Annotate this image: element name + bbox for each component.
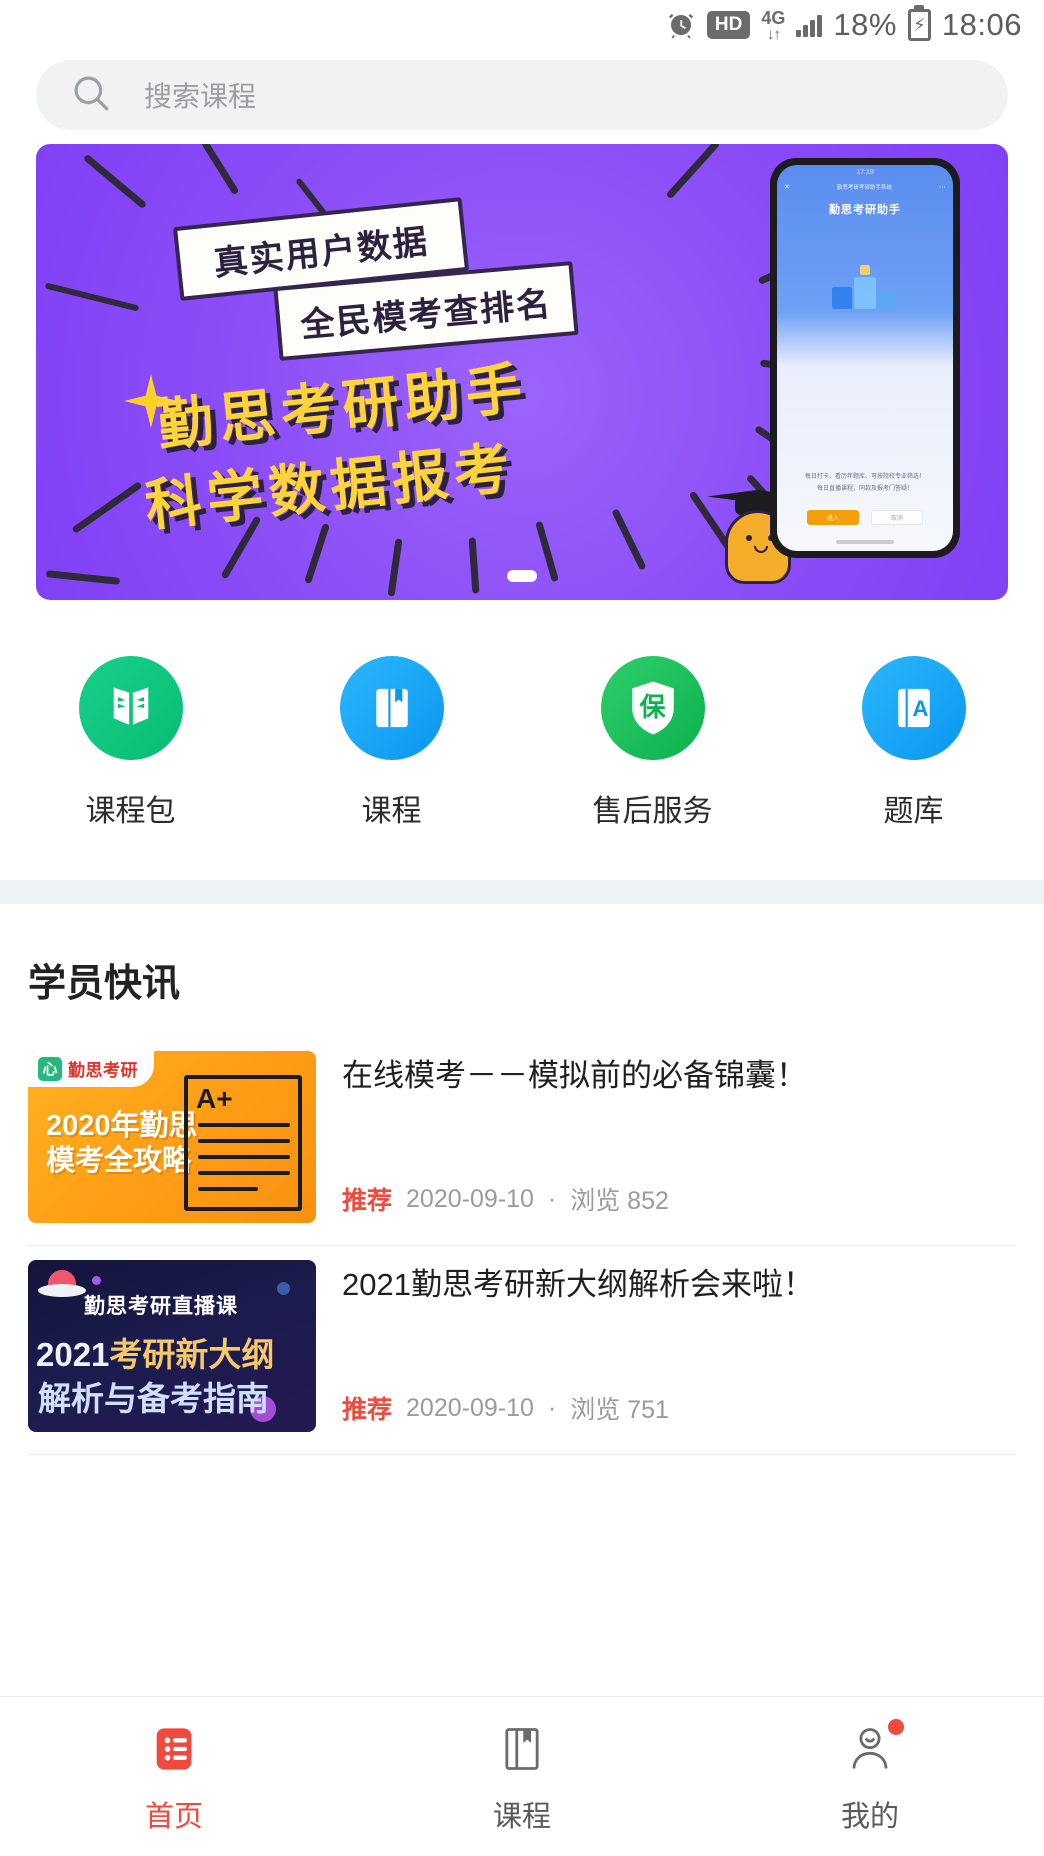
quick-action-course[interactable]: 课程 [261, 656, 522, 830]
news-item-body: 2021勤思考研新大纲解析会来啦！ 推荐 2020-09-10 · 浏览 751 [342, 1260, 1016, 1432]
news-list-item[interactable]: 勤思考研直播课 2021考研新大纲 解析与备考指南 2021勤思考研新大纲解析会… [28, 1246, 1016, 1455]
mock-button-row: 进入 取消 [777, 510, 953, 525]
mock-home-indicator [836, 540, 894, 544]
meta-separator: · [547, 1184, 557, 1213]
thumbnail-text-line-2: 模考全攻略 [46, 1145, 192, 1178]
network-type-icon: 4G ↓↑ [761, 9, 785, 42]
quick-action-label: 题库 [883, 795, 944, 828]
banner-slide[interactable]: 真实用户数据 全民模考查排名 勤思考研助手 科学数据报考 17:19 ✕ 勤思考… [36, 144, 1008, 600]
carousel-page-indicator[interactable] [507, 570, 537, 582]
mock-body-text: 每日打卡、看历年题库、可按院校专业筛选！ 每日直播课程，同款及报考门答疑！ [777, 472, 953, 495]
shield-guarantee-icon: 保 [600, 656, 705, 760]
search-icon [70, 72, 112, 119]
mock-nav-bar: ✕ 勤思考研考研助手系统 ⋯ [777, 179, 953, 195]
phone-mockup-screen: 17:19 ✕ 勤思考研考研助手系统 ⋯ 勤思考研助手 每日打卡、看历年题库、可… [777, 165, 953, 551]
mock-app-title: 勤思考研助手 [829, 204, 901, 216]
planet-dot-decoration [277, 1282, 290, 1295]
thumbnail-highlight: 考研新大纲 [109, 1336, 275, 1373]
clock-label: 18:06 [941, 7, 1022, 42]
thumbnail-text: 2020年勤思 模考全攻略 [46, 1109, 198, 1180]
tab-course[interactable]: 课程 [348, 1697, 696, 1856]
grade-label: A+ [196, 1083, 233, 1114]
quick-action-after-sales[interactable]: 保 售后服务 [522, 656, 783, 830]
quick-action-question-bank[interactable]: A 题库 [783, 656, 1044, 830]
book-icon [492, 1719, 552, 1779]
user-profile-icon [840, 1718, 904, 1779]
news-thumbnail: 心 勤思考研 2020年勤思 模考全攻略 A+ [28, 1051, 316, 1223]
thumbnail-text-line-1: 2021考研新大纲 [36, 1328, 274, 1376]
ufo-icon [38, 1270, 86, 1302]
search-placeholder: 搜索课程 [144, 81, 257, 112]
banner-carousel[interactable]: 真实用户数据 全民模考查排名 勤思考研助手 科学数据报考 17:19 ✕ 勤思考… [0, 144, 1044, 600]
bookmark-book-icon [339, 656, 444, 760]
news-views: 浏览 751 [570, 1396, 669, 1424]
question-bank-icon: A [861, 656, 966, 760]
thumbnail-subtitle: 勤思考研直播课 [84, 1295, 238, 1318]
status-badge: 推荐 [342, 1187, 393, 1215]
notification-badge [888, 1718, 904, 1735]
search-input[interactable]: 搜索课程 [36, 60, 1008, 130]
news-headline: 2021勤思考研新大纲解析会来啦！ [342, 1267, 814, 1302]
data-arrows-icon: ↓↑ [766, 25, 781, 43]
search-section: 搜索课程 [0, 50, 1044, 144]
brand-logo: 心 勤思考研 [28, 1051, 154, 1087]
tab-profile[interactable]: 我的 [696, 1697, 1044, 1856]
meta-separator: · [547, 1393, 557, 1422]
battery-charging-icon: ⚡ [907, 9, 931, 41]
news-list-item[interactable]: 心 勤思考研 2020年勤思 模考全攻略 A+ 在线模考－－模拟前的必备锦囊！ … [28, 1037, 1016, 1246]
mock-illustration [822, 261, 908, 321]
news-views: 浏览 852 [570, 1187, 669, 1215]
home-list-icon [144, 1719, 204, 1779]
status-badge: 推荐 [342, 1396, 393, 1424]
quick-action-label: 课程包 [85, 795, 176, 828]
thumbnail-year: 2021 [36, 1336, 110, 1373]
question-bank-glyph: A [912, 696, 929, 721]
news-headline: 在线模考－－模拟前的必备锦囊！ [342, 1058, 807, 1093]
paper-illustration: A+ [184, 1075, 302, 1211]
mock-body-line-2: 每日直播课程，同款及报考门答疑！ [816, 485, 913, 492]
hd-icon: HD [706, 11, 751, 39]
mock-status-time: 17:19 [856, 168, 874, 176]
mock-close-icon: ✕ [784, 184, 790, 191]
planet-dot-decoration [92, 1276, 101, 1285]
tab-label: 首页 [144, 1800, 203, 1833]
news-meta: 推荐 2020-09-10 · 浏览 751 [342, 1390, 1016, 1426]
bottom-tab-bar: 首页 课程 我的 [0, 1696, 1044, 1856]
mock-body-line-1: 每日打卡、看历年题库、可按院校专业筛选！ [804, 474, 925, 481]
news-item-body: 在线模考－－模拟前的必备锦囊！ 推荐 2020-09-10 · 浏览 852 [342, 1051, 1016, 1223]
status-bar: HD 4G ↓↑ 18% ⚡ 18:06 [0, 0, 1044, 50]
news-section-heading: 学员快讯 [28, 963, 181, 1005]
alarm-clock-icon [666, 10, 696, 40]
news-date: 2020-09-10 [406, 1393, 534, 1422]
mock-more-icon: ⋯ [938, 184, 946, 191]
news-meta: 推荐 2020-09-10 · 浏览 852 [342, 1181, 1016, 1217]
signal-strength-icon [796, 13, 823, 37]
battery-percent-label: 18% [833, 7, 897, 42]
tab-label: 课程 [492, 1800, 551, 1833]
tab-home[interactable]: 首页 [0, 1697, 348, 1856]
app-screen: HD 4G ↓↑ 18% ⚡ 18:06 搜索课程 真实用户数据 全民模考查排名… [0, 0, 1044, 1856]
quick-action-label: 课程 [361, 795, 422, 828]
mock-secondary-button: 取消 [871, 510, 923, 525]
mock-nav-title: 勤思考研考研助手系统 [836, 185, 892, 191]
network-type-label: 4G [761, 7, 786, 28]
quick-action-course-package[interactable]: 课程包 [0, 656, 261, 830]
quick-action-label: 售后服务 [592, 795, 713, 828]
mock-primary-button: 进入 [807, 510, 859, 525]
thumbnail-text-line-1: 2020年勤思 [46, 1110, 198, 1142]
brand-mark-icon: 心 [38, 1056, 62, 1081]
news-section: 学员快讯 心 勤思考研 2020年勤思 模考全攻略 A+ 在线模考－－模拟前的必… [0, 904, 1044, 1455]
tab-label: 我的 [840, 1800, 899, 1833]
section-divider [0, 880, 1044, 904]
news-thumbnail: 勤思考研直播课 2021考研新大纲 解析与备考指南 [28, 1260, 316, 1432]
open-book-icon [78, 656, 183, 760]
news-date: 2020-09-10 [406, 1184, 534, 1213]
quick-actions-row: 课程包 课程 保 售后服务 A 题库 [0, 600, 1044, 880]
thumbnail-text-line-2: 解析与备考指南 [38, 1380, 269, 1417]
guarantee-glyph: 保 [639, 691, 666, 722]
phone-mockup: 17:19 ✕ 勤思考研考研助手系统 ⋯ 勤思考研助手 每日打卡、看历年题库、可… [770, 158, 960, 558]
brand-name: 勤思考研 [68, 1061, 138, 1080]
